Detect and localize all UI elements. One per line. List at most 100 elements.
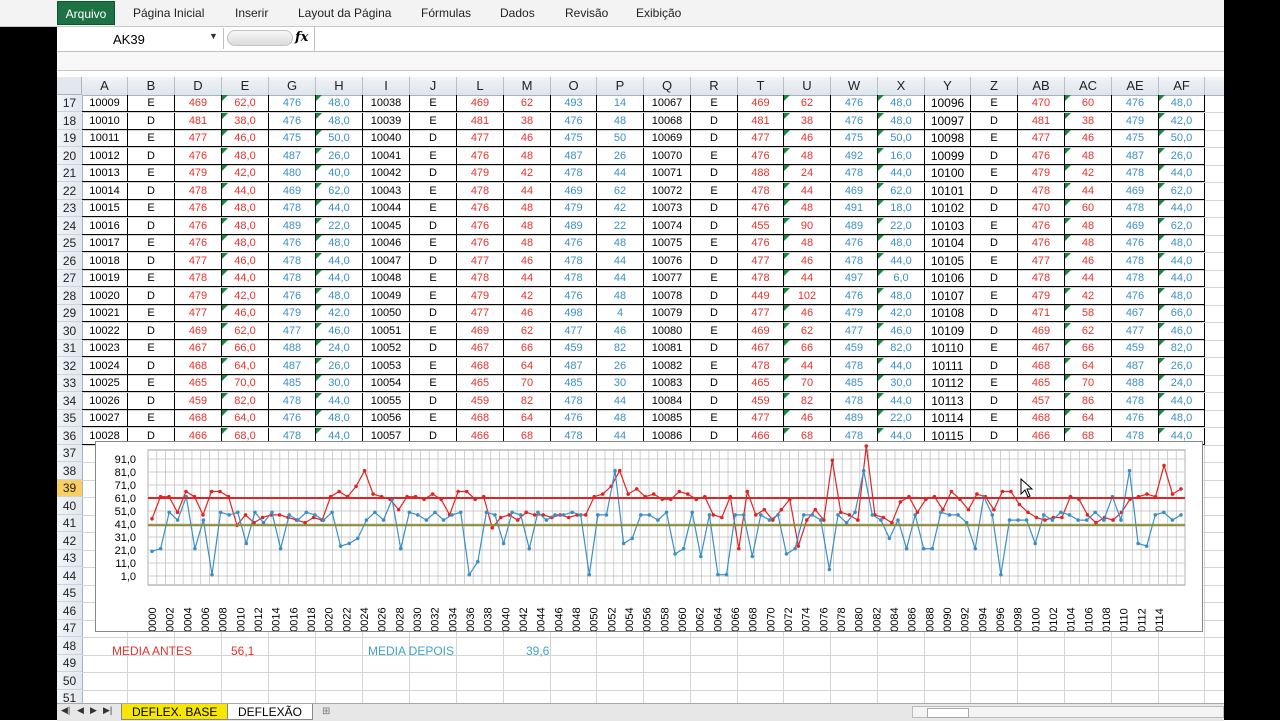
- table-cell[interactable]: 10053: [363, 357, 410, 375]
- table-cell[interactable]: 478: [551, 392, 597, 410]
- table-cell[interactable]: 48: [597, 410, 644, 427]
- prev-sheet-icon[interactable]: ◀: [77, 705, 84, 716]
- table-cell[interactable]: 10011: [82, 130, 128, 147]
- table-cell[interactable]: D: [971, 357, 1018, 375]
- table-cell[interactable]: 10099: [925, 147, 971, 165]
- table-cell[interactable]: 10076: [644, 252, 691, 270]
- table-cell[interactable]: 10067: [644, 95, 691, 112]
- table-cell[interactable]: 62,0: [316, 182, 363, 200]
- table-cell[interactable]: E: [691, 410, 738, 427]
- table-cell[interactable]: 478: [831, 252, 878, 270]
- table-cell[interactable]: 489: [551, 217, 597, 235]
- table-cell[interactable]: 48: [597, 112, 644, 130]
- table-cell[interactable]: E: [410, 322, 457, 340]
- table-cell[interactable]: 46: [504, 305, 551, 322]
- table-cell[interactable]: 26,0: [316, 147, 363, 165]
- row-header-35[interactable]: 35: [57, 410, 82, 427]
- table-cell[interactable]: 489: [831, 217, 878, 235]
- table-cell[interactable]: 10023: [82, 340, 128, 357]
- table-cell[interactable]: E: [410, 147, 457, 165]
- table-cell[interactable]: 48,0: [878, 235, 925, 252]
- table-cell[interactable]: 467: [1018, 340, 1065, 357]
- table-cell[interactable]: E: [128, 305, 175, 322]
- table-cell[interactable]: 62,0: [1159, 182, 1205, 200]
- table-cell[interactable]: 82,0: [878, 340, 925, 357]
- table-cell[interactable]: 476: [831, 112, 878, 130]
- table-cell[interactable]: 477: [738, 252, 784, 270]
- first-sheet-icon[interactable]: ◀|: [61, 705, 70, 716]
- table-cell[interactable]: E: [410, 95, 457, 112]
- table-cell[interactable]: 48: [784, 147, 831, 165]
- table-cell[interactable]: E: [691, 95, 738, 112]
- row-header-20[interactable]: 20: [57, 148, 82, 165]
- tab-view[interactable]: Exibição: [636, 6, 681, 20]
- table-cell[interactable]: 10054: [363, 375, 410, 392]
- table-cell[interactable]: 478: [551, 270, 597, 287]
- table-cell[interactable]: D: [691, 340, 738, 357]
- table-cell[interactable]: 478: [269, 200, 316, 217]
- table-cell[interactable]: 10078: [644, 287, 691, 305]
- table-cell[interactable]: D: [410, 252, 457, 270]
- table-cell[interactable]: 469: [738, 322, 784, 340]
- table-cell[interactable]: D: [971, 270, 1018, 287]
- table-cell[interactable]: 476: [551, 235, 597, 252]
- table-cell[interactable]: 10083: [644, 375, 691, 392]
- table-cell[interactable]: 479: [269, 305, 316, 322]
- table-cell[interactable]: D: [691, 112, 738, 130]
- table-cell[interactable]: 479: [1018, 165, 1065, 182]
- table-cell[interactable]: 10042: [363, 165, 410, 182]
- table-cell[interactable]: 90: [784, 217, 831, 235]
- table-cell[interactable]: 10016: [82, 217, 128, 235]
- table-cell[interactable]: 10046: [363, 235, 410, 252]
- table-cell[interactable]: 459: [175, 392, 222, 410]
- table-cell[interactable]: 467: [738, 340, 784, 357]
- tab-home[interactable]: Página Inicial: [133, 6, 204, 20]
- table-cell[interactable]: D: [410, 165, 457, 182]
- table-cell[interactable]: 10103: [925, 217, 971, 235]
- table-cell[interactable]: D: [971, 305, 1018, 322]
- table-cell[interactable]: 476: [457, 200, 504, 217]
- table-cell[interactable]: 50,0: [1159, 130, 1205, 147]
- table-cell[interactable]: E: [410, 287, 457, 305]
- table-cell[interactable]: 478: [1018, 182, 1065, 200]
- column-header-u[interactable]: U: [784, 77, 831, 95]
- table-cell[interactable]: 481: [1018, 112, 1065, 130]
- table-cell[interactable]: 44,0: [1159, 270, 1205, 287]
- table-cell[interactable]: 477: [1112, 322, 1159, 340]
- row-header-38[interactable]: 38: [57, 463, 82, 480]
- table-cell[interactable]: 476: [175, 200, 222, 217]
- table-cell[interactable]: 10107: [925, 287, 971, 305]
- table-cell[interactable]: 42,0: [222, 287, 269, 305]
- table-cell[interactable]: 10072: [644, 182, 691, 200]
- table-cell[interactable]: 476: [269, 235, 316, 252]
- table-cell[interactable]: 62: [504, 322, 551, 340]
- table-cell[interactable]: 477: [175, 130, 222, 147]
- table-cell[interactable]: 24: [784, 165, 831, 182]
- table-cell[interactable]: 10112: [925, 375, 971, 392]
- table-cell[interactable]: E: [128, 375, 175, 392]
- table-cell[interactable]: 38: [1065, 112, 1112, 130]
- table-cell[interactable]: 10097: [925, 112, 971, 130]
- table-cell[interactable]: 50,0: [316, 130, 363, 147]
- table-cell[interactable]: 10101: [925, 182, 971, 200]
- column-header-a[interactable]: A: [82, 77, 128, 95]
- table-cell[interactable]: 60: [1065, 200, 1112, 217]
- table-cell[interactable]: 62,0: [878, 182, 925, 200]
- table-cell[interactable]: 48,0: [1159, 95, 1205, 112]
- chevron-down-icon[interactable]: ▼: [209, 31, 218, 41]
- table-cell[interactable]: 478: [551, 165, 597, 182]
- row-header-42[interactable]: 42: [57, 533, 82, 550]
- table-cell[interactable]: E: [971, 217, 1018, 235]
- table-cell[interactable]: 10071: [644, 165, 691, 182]
- select-all-corner[interactable]: [57, 77, 82, 95]
- table-cell[interactable]: D: [971, 322, 1018, 340]
- table-cell[interactable]: 485: [551, 375, 597, 392]
- table-cell[interactable]: 46: [784, 130, 831, 147]
- table-cell[interactable]: 10009: [82, 95, 128, 112]
- table-cell[interactable]: 66: [504, 340, 551, 357]
- row-header-39[interactable]: 39: [57, 480, 82, 497]
- table-cell[interactable]: 476: [1112, 95, 1159, 112]
- table-cell[interactable]: D: [128, 322, 175, 340]
- table-cell[interactable]: D: [128, 112, 175, 130]
- table-cell[interactable]: E: [691, 182, 738, 200]
